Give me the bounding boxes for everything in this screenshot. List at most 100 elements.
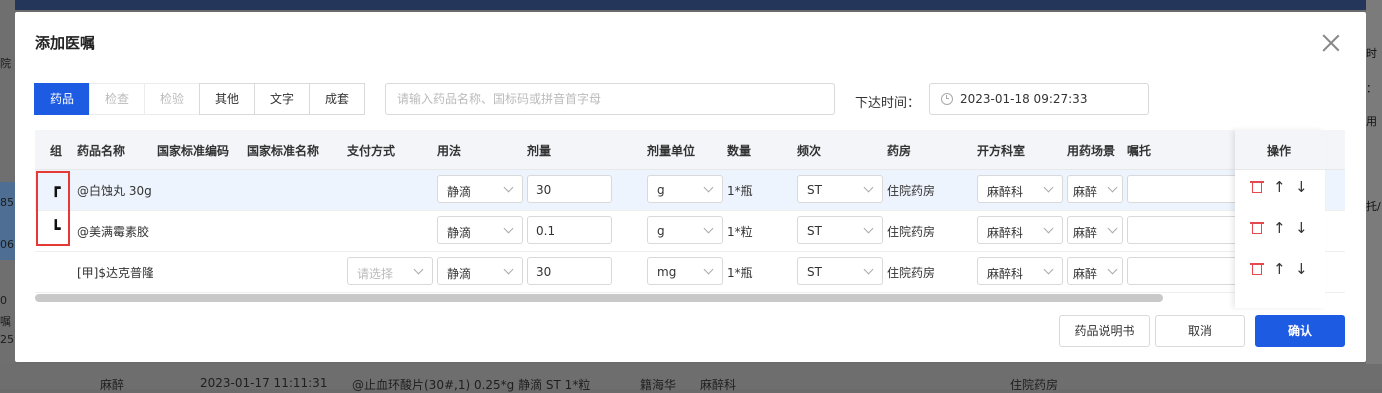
- col-dose-unit: 剂量单位: [647, 144, 696, 158]
- usage-select[interactable]: 静滴: [437, 175, 523, 203]
- department-value: 麻醉科: [987, 226, 1024, 240]
- department-value: 麻醉科: [987, 185, 1024, 199]
- background-cell: 住院药房: [1010, 378, 1059, 392]
- drug-name-cell: [甲]$达克普隆: [77, 266, 153, 280]
- department-select[interactable]: 麻醉科: [977, 216, 1063, 244]
- close-icon[interactable]: [1322, 34, 1340, 52]
- table-row[interactable]: ┗ @美满霉素胶 静滴 0.1 g 1*粒 ST 住院药房 麻醉科 麻醉: [35, 211, 1345, 252]
- delete-icon[interactable]: [1250, 180, 1264, 194]
- background-right-panel: 时 ： 用 托/: [1366, 0, 1382, 389]
- background-fragment: 时: [1366, 47, 1377, 60]
- frequency-value: ST: [807, 183, 822, 197]
- frequency-select[interactable]: ST: [797, 216, 883, 244]
- clock-icon: [941, 93, 953, 105]
- tab-other[interactable]: 其他: [199, 83, 255, 115]
- issue-time-value: 2023-01-18 09:27:33: [960, 92, 1088, 106]
- table-row[interactable]: ┏ @白蚀丸 30g 静滴 30 g 1*瓶 ST 住院药房 麻醉科 麻醉: [35, 170, 1345, 211]
- tab-drug[interactable]: 药品: [34, 83, 90, 115]
- row-actions: ↑ ↓: [1235, 211, 1325, 251]
- chevron-down-icon: [863, 264, 874, 275]
- move-down-icon[interactable]: ↓: [1295, 260, 1308, 278]
- background-fragment: 06: [0, 238, 14, 251]
- horizontal-scrollbar[interactable]: [35, 294, 1163, 302]
- department-select[interactable]: 麻醉科: [977, 257, 1063, 285]
- dose-value: 30: [536, 183, 552, 197]
- background-fragment: 嘱: [0, 315, 11, 328]
- move-up-icon[interactable]: ↑: [1273, 260, 1286, 278]
- chevron-down-icon: [1107, 264, 1118, 275]
- frequency-select[interactable]: ST: [797, 175, 883, 203]
- background-cell: 麻醉: [100, 378, 125, 392]
- dose-value: 30: [536, 265, 552, 279]
- move-down-icon[interactable]: ↓: [1295, 178, 1308, 196]
- usage-select[interactable]: 静滴: [437, 257, 523, 285]
- background-fragment: ：: [1366, 82, 1377, 95]
- chevron-down-icon: [1043, 223, 1054, 234]
- add-order-dialog: 添加医嘱 药品 检查 检验 其他 文字 成套 下达时间： 2023-01-18 …: [15, 12, 1366, 362]
- operations-column: 操作 ↑ ↓ ↑ ↓ ↑ ↓: [1235, 130, 1325, 308]
- dose-input[interactable]: 30: [527, 257, 612, 285]
- col-dose: 剂量: [527, 144, 552, 158]
- drug-search-input[interactable]: [395, 84, 829, 114]
- move-up-icon[interactable]: ↑: [1273, 178, 1286, 196]
- pharmacy-cell: 住院药房: [887, 266, 936, 280]
- tab-set[interactable]: 成套: [309, 83, 365, 115]
- move-down-icon[interactable]: ↓: [1295, 219, 1308, 237]
- department-select[interactable]: 麻醉科: [977, 175, 1063, 203]
- col-group: 组: [50, 144, 63, 158]
- usage-value: 静滴: [447, 185, 472, 199]
- delete-icon[interactable]: [1250, 262, 1264, 276]
- scene-select[interactable]: 麻醉: [1067, 175, 1123, 203]
- delete-icon[interactable]: [1250, 221, 1264, 235]
- chevron-down-icon: [703, 182, 714, 193]
- usage-value: 静滴: [447, 267, 472, 281]
- scene-value: 麻醉: [1073, 185, 1098, 199]
- dialog-title: 添加医嘱: [35, 34, 96, 52]
- payment-value: 请选择: [357, 267, 394, 281]
- issue-time-picker[interactable]: 2023-01-18 09:27:33: [929, 83, 1149, 115]
- chevron-down-icon: [703, 223, 714, 234]
- table-header: 组 药品名称 国家标准编码 国家标准名称 支付方式 用法 剂量 剂量单位 数量 …: [35, 130, 1345, 170]
- drug-name-cell: @白蚀丸 30g: [77, 184, 152, 198]
- drug-instructions-button[interactable]: 药品说明书: [1059, 315, 1150, 347]
- background-left-panel: 院 85 06 0 嘱 25: [0, 0, 15, 389]
- col-drug-name: 药品名称: [77, 144, 126, 158]
- col-note: 嘱托: [1127, 144, 1152, 158]
- dose-unit-select[interactable]: g: [647, 216, 723, 244]
- move-up-icon[interactable]: ↑: [1273, 219, 1286, 237]
- quantity-cell: 1*粒: [727, 225, 753, 239]
- tab-text[interactable]: 文字: [254, 83, 310, 115]
- pharmacy-cell: 住院药房: [887, 225, 936, 239]
- dose-input[interactable]: 30: [527, 175, 612, 203]
- usage-value: 静滴: [447, 226, 472, 240]
- group-highlight-box: [36, 171, 70, 246]
- drug-search-box: [385, 83, 835, 115]
- dose-unit-select[interactable]: g: [647, 175, 723, 203]
- dose-input[interactable]: 0.1: [527, 216, 612, 244]
- background-cell: 籍海华: [640, 378, 677, 392]
- background-fragment: 0: [0, 294, 7, 307]
- col-quantity: 数量: [727, 144, 752, 158]
- chevron-down-icon: [1043, 182, 1054, 193]
- cancel-button[interactable]: 取消: [1155, 315, 1245, 347]
- frequency-select[interactable]: ST: [797, 257, 883, 285]
- payment-select[interactable]: 请选择: [347, 257, 433, 285]
- dose-unit-value: g: [657, 183, 665, 197]
- frequency-value: ST: [807, 265, 822, 279]
- pharmacy-cell: 住院药房: [887, 184, 936, 198]
- scene-select[interactable]: 麻醉: [1067, 216, 1123, 244]
- chevron-down-icon: [503, 264, 514, 275]
- dose-value: 0.1: [536, 224, 556, 238]
- dose-unit-select[interactable]: mg: [647, 257, 723, 285]
- chevron-down-icon: [1107, 182, 1118, 193]
- usage-select[interactable]: 静滴: [437, 216, 523, 244]
- issue-time-label: 下达时间：: [855, 96, 921, 111]
- scene-select[interactable]: 麻醉: [1067, 257, 1123, 285]
- confirm-button[interactable]: 确认: [1255, 315, 1345, 347]
- order-table: 组 药品名称 国家标准编码 国家标准名称 支付方式 用法 剂量 剂量单位 数量 …: [35, 130, 1345, 308]
- table-row[interactable]: [甲]$达克普隆 请选择 静滴 30 mg 1*瓶 ST 住院药房 麻醉科 麻醉: [35, 252, 1345, 293]
- scene-value: 麻醉: [1073, 226, 1098, 240]
- frequency-value: ST: [807, 224, 822, 238]
- col-frequency: 频次: [797, 144, 822, 158]
- chevron-down-icon: [863, 223, 874, 234]
